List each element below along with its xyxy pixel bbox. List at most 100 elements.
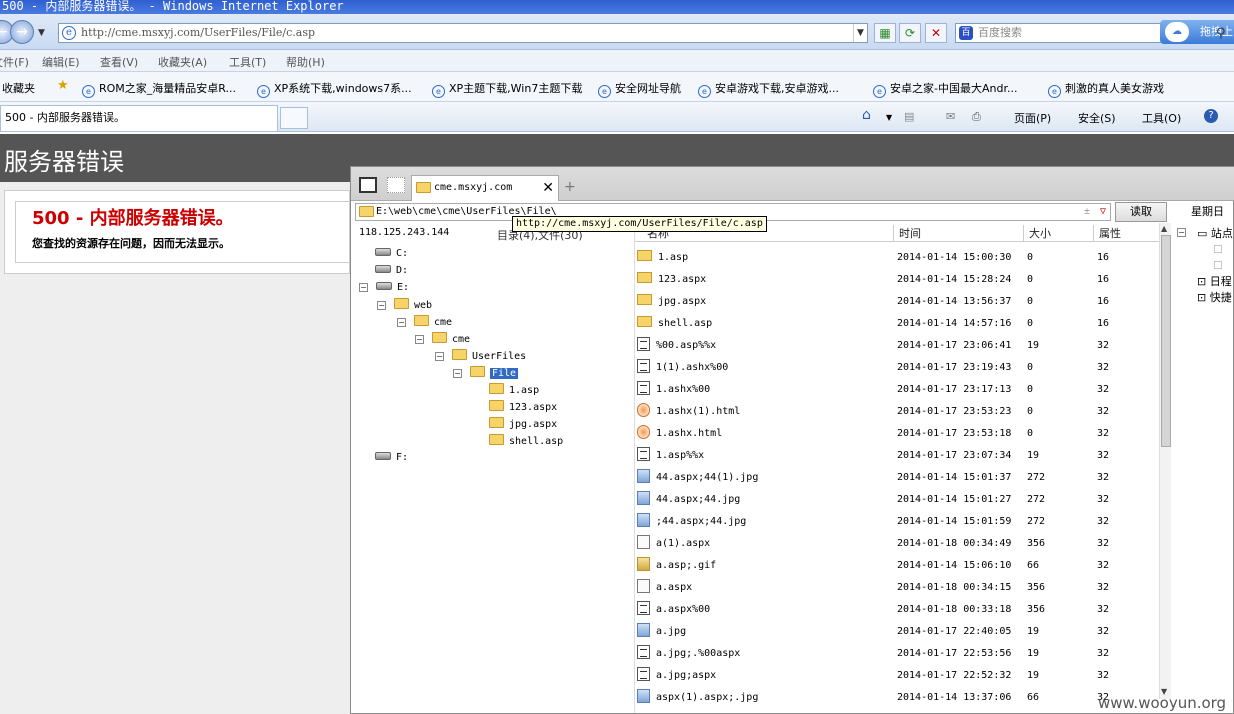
menu-view[interactable]: 查看(V) [100,54,138,70]
forward-button[interactable]: → [10,20,34,44]
new-tab-button[interactable] [280,107,308,129]
col-time[interactable]: 时间 [899,225,921,241]
folder-icon [489,417,504,428]
refresh-icon[interactable]: ⟳ [899,23,921,43]
file-row[interactable]: 1.ashx(1).html 2014-01-17 23:53:23 0 32 [637,401,1157,423]
side-expand-icon[interactable]: − [1177,225,1190,238]
file-row[interactable]: a.jpg;aspx 2014-01-17 22:52:32 19 32 [637,665,1157,687]
menu-tools[interactable]: 工具(T) [229,54,266,70]
collapse-icon[interactable]: − [435,352,444,361]
add-favorite-star-icon[interactable]: ★ [57,78,69,93]
fav-item-2[interactable]: e XP主题下载,Win7主题下载 [432,80,582,98]
tree-folder-1asp[interactable]: 1.asp [489,383,539,398]
scroll-thumb[interactable] [1161,235,1171,447]
collapse-icon[interactable]: − [397,318,406,327]
file-name: aspx(1).aspx;.jpg [656,692,759,703]
stop-icon[interactable]: ✕ [925,23,947,43]
scroll-up-icon[interactable]: ▲ [1161,224,1167,233]
add-tab-icon[interactable]: + [564,179,576,195]
mail-icon[interactable]: ✉ [946,110,955,123]
menu-help[interactable]: 帮助(H) [286,54,325,70]
tree-drive-f[interactable]: F: [375,451,408,465]
file-row[interactable]: shell.asp 2014-01-14 14:57:16 0 16 [637,313,1157,335]
file-icon [637,447,650,461]
fav-item-6[interactable]: e 刺激的真人美女游戏 [1048,80,1164,98]
search-go-icon[interactable]: ⚲ [1216,26,1226,41]
file-row[interactable]: ;44.aspx;44.jpg 2014-01-14 15:01:59 272 32 [637,511,1157,533]
menu-favorites[interactable]: 收藏夹(A) [158,54,207,70]
tree-drive-d[interactable]: D: [375,264,408,278]
address-bar[interactable]: e http://cme.msxyj.com/UserFiles/File/c.… [58,23,868,43]
path-dropdown-icon[interactable]: ▽ [1100,204,1106,220]
file-row[interactable]: a.jpg 2014-01-17 22:40:05 19 32 [637,621,1157,643]
tree-drive-e[interactable]: − E: [359,281,409,295]
collapse-icon[interactable]: − [377,301,386,310]
file-row[interactable]: %00.asp%%x 2014-01-17 23:06:41 19 32 [637,335,1157,357]
tree-folder-userfiles[interactable]: − UserFiles [435,349,526,364]
file-time: 2014-01-17 22:40:05 [897,626,1012,637]
collapse-icon[interactable]: − [359,283,368,292]
tree-folder-file[interactable]: − File [453,366,519,381]
file-row[interactable]: a.jpg;.%00aspx 2014-01-17 22:53:56 19 32 [637,643,1157,665]
fav-item-5[interactable]: e 安卓之家-中国最大Andr... [873,80,1017,98]
file-row[interactable]: 44.aspx;44(1).jpg 2014-01-14 15:01:37 272 3… [637,467,1157,489]
ie-favicon-icon: e [698,85,711,98]
tree-folder-shellasp[interactable]: shell.asp [489,434,563,449]
tree-folder-cme[interactable]: − cme [397,315,452,330]
home-icon[interactable]: ⌂ [862,107,871,123]
history-dropdown-icon[interactable]: ▼ [38,28,45,38]
file-row[interactable]: 1.asp%%x 2014-01-17 23:07:34 19 32 [637,445,1157,467]
tree-folder-123aspx[interactable]: 123.aspx [489,400,557,415]
home-dropdown-icon[interactable]: ▼ [886,113,892,122]
menu-file[interactable]: 文件(F) [0,54,29,70]
col-attr[interactable]: 属性 [1099,225,1121,241]
help-icon[interactable]: ? [1204,109,1218,123]
file-row[interactable]: a(1).aspx 2014-01-18 00:34:49 356 32 [637,533,1157,555]
file-row[interactable]: 1(1).ashx%00 2014-01-17 23:19:43 0 32 [637,357,1157,379]
close-icon[interactable]: ✕ [542,176,554,200]
fav-item-4[interactable]: e 安卓游戏下载,安卓游戏... [698,80,839,98]
favorites-label[interactable]: 收藏夹 [2,80,35,96]
tools-menu[interactable]: 工具(O) [1142,110,1181,126]
file-row[interactable]: a.asp;.gif 2014-01-14 15:06:10 66 32 [637,555,1157,577]
menu-edit[interactable]: 编辑(E) [42,54,80,70]
file-row[interactable]: 123.aspx 2014-01-14 15:28:24 0 16 [637,269,1157,291]
tree-folder-web[interactable]: − web [377,298,432,313]
file-list-scrollbar[interactable]: ▲ ▼ [1159,223,1171,699]
select-icon[interactable] [387,177,405,193]
file-row[interactable]: 1.asp 2014-01-14 15:00:30 0 16 [637,247,1157,269]
fm-tab-site[interactable]: cme.msxyj.com ✕ [411,175,559,201]
compat-view-icon[interactable]: ▦ [874,23,896,43]
side-item-schedule[interactable]: ⊡ 日程 [1197,273,1232,289]
collapse-icon[interactable]: − [453,369,462,378]
read-button[interactable]: 读取 [1115,202,1167,222]
file-row[interactable]: a.aspx%00 2014-01-18 00:33:18 356 32 [637,599,1157,621]
file-row[interactable]: jpg.aspx 2014-01-14 13:56:37 0 16 [637,291,1157,313]
col-size[interactable]: 大小 [1029,225,1051,241]
file-row[interactable]: a.aspx 2014-01-18 00:34:15 356 32 [637,577,1157,599]
fav-item-0[interactable]: e ROM之家_海量精品安卓R... [82,80,236,98]
collapse-icon[interactable]: − [415,335,424,344]
tree-drive-c[interactable]: C: [375,247,408,261]
tab-current[interactable]: 500 - 内部服务器错误。 [0,105,278,131]
file-row[interactable]: 1.ashx.html 2014-01-17 23:53:18 0 32 [637,423,1157,445]
file-row[interactable]: 44.aspx;44.jpg 2014-01-14 15:01:27 272 32 [637,489,1157,511]
folder-icon [489,434,504,445]
tree-folder-cme-2[interactable]: − cme [415,332,470,347]
side-item-shortcut[interactable]: ⊡ 快捷 [1197,289,1232,305]
folder-icon [637,294,652,305]
fav-item-3[interactable]: e 安全网址导航 [598,80,681,98]
pane-splitter[interactable] [634,223,635,713]
panel-toggle-icon[interactable] [359,177,377,193]
ip-address: 118.125.243.144 [359,227,450,238]
page-menu[interactable]: 页面(P) [1014,110,1051,126]
file-row[interactable]: aspx(1).aspx;.jpg 2014-01-14 13:37:06 66 32 [637,687,1157,709]
fav-item-1[interactable]: e XP系统下载,windows7系... [257,80,412,98]
file-row[interactable]: 1.ashx%00 2014-01-17 23:17:13 0 32 [637,379,1157,401]
address-dropdown-icon[interactable]: ▼ [853,24,867,42]
tree-folder-jpgaspx[interactable]: jpg.aspx [489,417,557,432]
print-icon[interactable]: ⎙ [972,110,981,124]
safety-menu[interactable]: 安全(S) [1078,110,1116,126]
feeds-icon[interactable]: ▤ [904,110,914,123]
side-item-site[interactable]: ▭ 站点 [1197,225,1233,241]
